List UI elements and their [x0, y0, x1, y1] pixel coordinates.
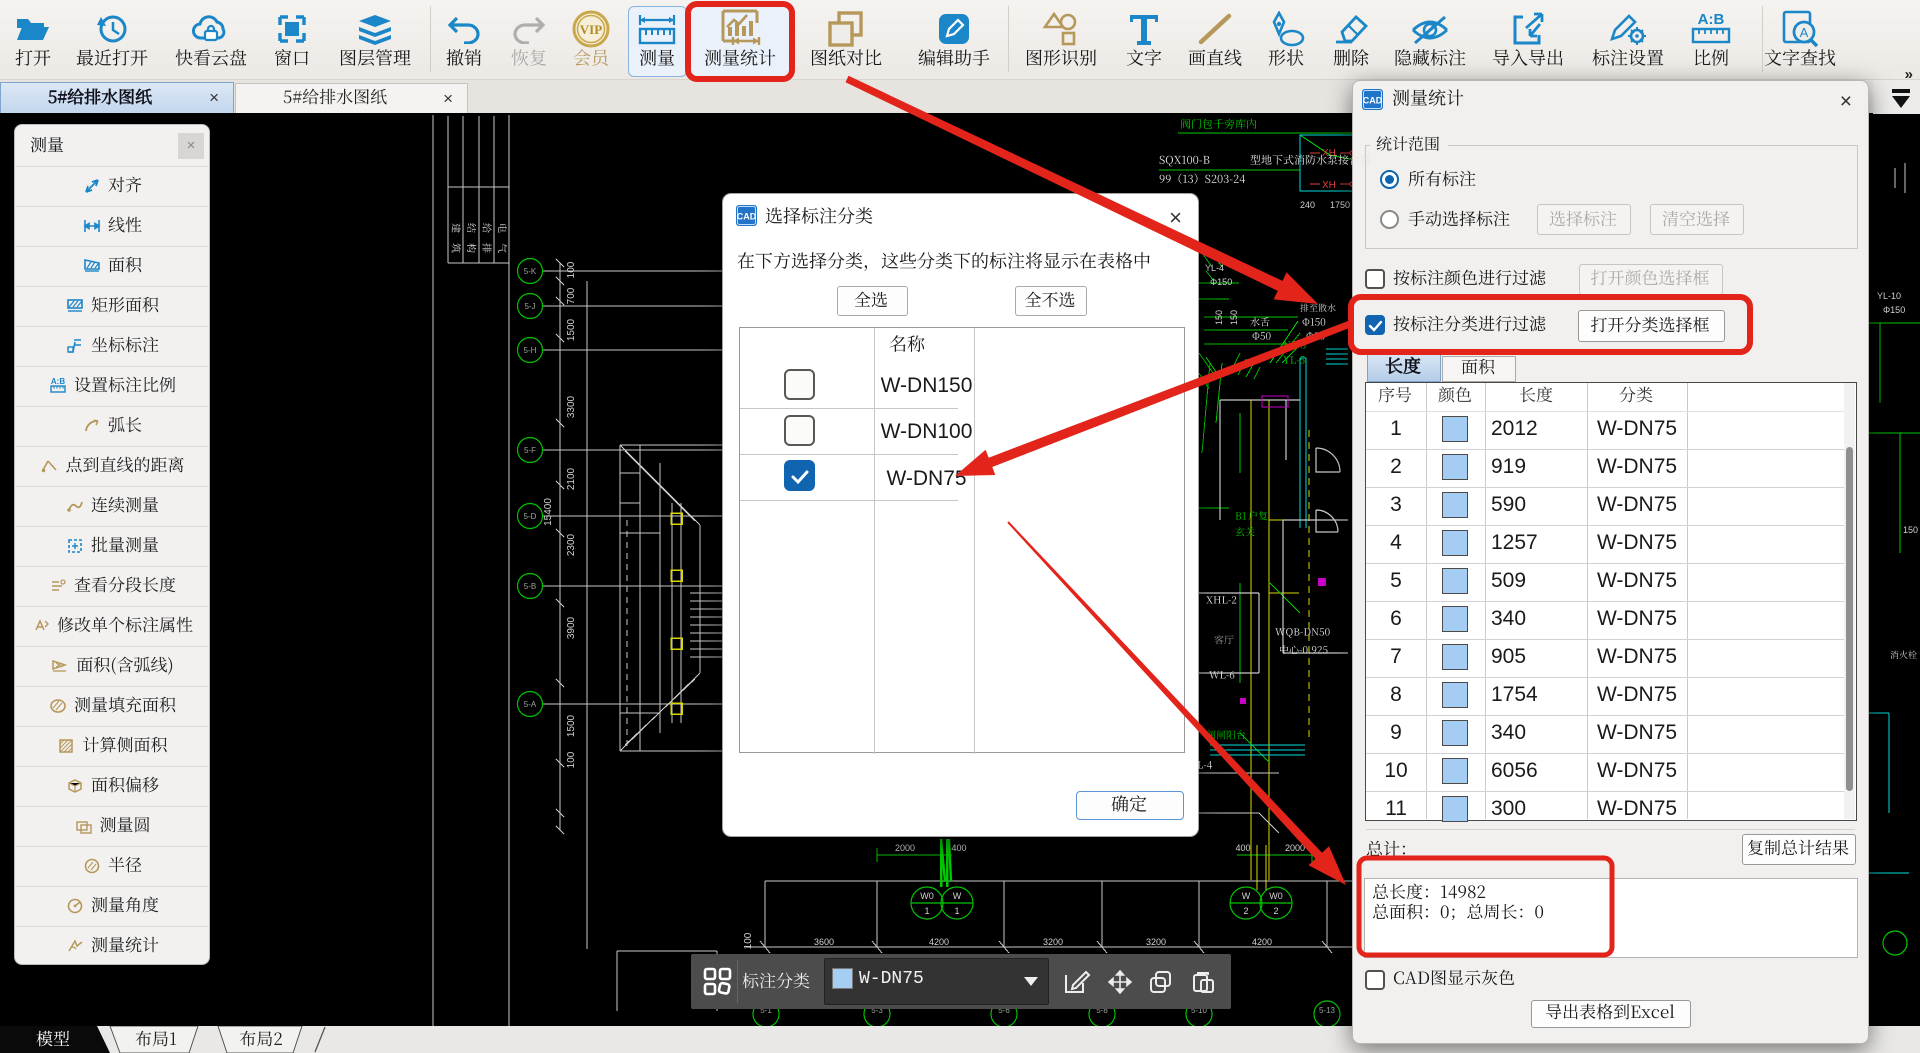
- svg-text:2000: 2000: [1285, 843, 1305, 853]
- svg-text:Φ150: Φ150: [1210, 277, 1232, 287]
- svg-text:5-K: 5-K: [524, 267, 537, 276]
- svg-text:400: 400: [1235, 843, 1250, 853]
- svg-text:700: 700: [566, 287, 577, 304]
- svg-text:CAD: CAD: [737, 212, 757, 222]
- svg-text:100: 100: [566, 261, 577, 278]
- svg-text:150: 150: [1229, 310, 1239, 325]
- svg-text:2: 2: [1243, 906, 1248, 916]
- svg-text:2: 2: [1273, 906, 1278, 916]
- svg-text:3600: 3600: [814, 937, 834, 947]
- svg-text:XH: XH: [1322, 148, 1336, 159]
- svg-text:3900: 3900: [566, 616, 577, 639]
- svg-text:Φ150: Φ150: [1883, 305, 1905, 315]
- svg-text:3200: 3200: [1043, 937, 1063, 947]
- svg-text:YL-4: YL-4: [1205, 263, 1224, 273]
- svg-text:5-13: 5-13: [1319, 1006, 1336, 1015]
- svg-text:3300: 3300: [566, 395, 577, 418]
- svg-text:5-A: 5-A: [524, 700, 537, 709]
- svg-text:5-D: 5-D: [524, 512, 537, 521]
- svg-text:W0: W0: [920, 891, 934, 901]
- svg-text:2000: 2000: [895, 843, 915, 853]
- svg-text:4200: 4200: [929, 937, 949, 947]
- svg-text:A:B: A:B: [1698, 11, 1725, 28]
- svg-text:3200: 3200: [1146, 937, 1166, 947]
- svg-text:2100: 2100: [566, 467, 577, 490]
- svg-text:1: 1: [954, 906, 959, 916]
- svg-text:150: 150: [1214, 310, 1224, 325]
- svg-text:VIP: VIP: [580, 22, 602, 37]
- svg-text:400: 400: [951, 843, 966, 853]
- svg-text:A: A: [1800, 25, 1809, 40]
- svg-text:240: 240: [1300, 200, 1315, 210]
- svg-text:100: 100: [743, 932, 754, 949]
- svg-text:1500: 1500: [566, 318, 577, 341]
- svg-text:W: W: [1242, 891, 1251, 901]
- svg-text:W: W: [953, 891, 962, 901]
- svg-text:A:B: A:B: [51, 377, 65, 386]
- svg-text:5-F: 5-F: [524, 446, 536, 455]
- svg-text:1750: 1750: [1330, 200, 1350, 210]
- svg-text:5-B: 5-B: [524, 582, 536, 591]
- svg-text:5-H: 5-H: [524, 346, 537, 355]
- svg-text:1500: 1500: [566, 714, 577, 737]
- svg-text:YL-10: YL-10: [1877, 291, 1901, 301]
- svg-text:2300: 2300: [566, 533, 577, 556]
- svg-text:150: 150: [1903, 525, 1918, 535]
- svg-text:4200: 4200: [1252, 937, 1272, 947]
- svg-text:5-J: 5-J: [524, 302, 535, 311]
- svg-text:W0: W0: [1269, 891, 1283, 901]
- svg-text:100: 100: [566, 751, 577, 768]
- svg-text:1: 1: [924, 906, 929, 916]
- svg-text:15400: 15400: [543, 498, 554, 526]
- svg-text:XH: XH: [1322, 180, 1336, 191]
- svg-text:CAD: CAD: [1363, 96, 1383, 106]
